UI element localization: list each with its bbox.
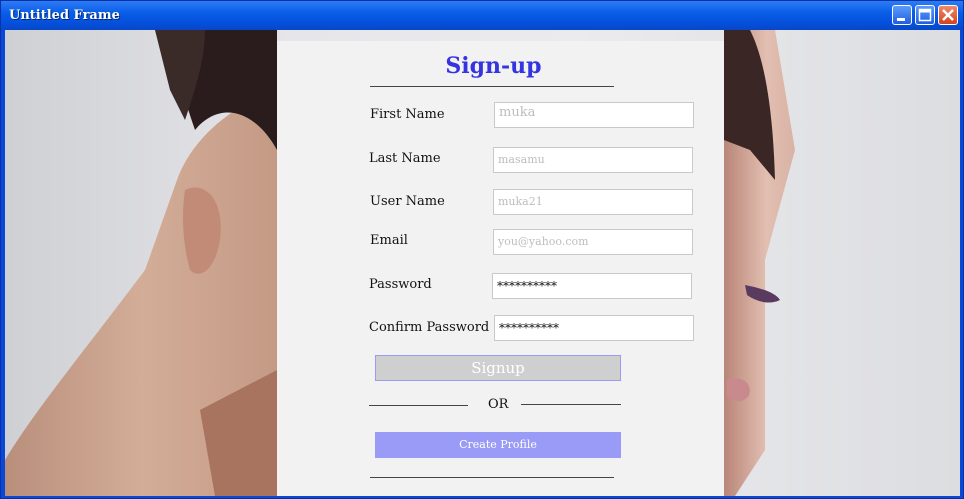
minimize-button[interactable] [892, 5, 912, 25]
title-bar[interactable]: Untitled Frame [1, 1, 963, 30]
maximize-icon [918, 8, 932, 22]
password-field[interactable]: ********** [492, 273, 692, 299]
password-label: Password [369, 277, 432, 292]
or-divider-right [521, 404, 621, 405]
or-divider-left [369, 405, 468, 406]
first-name-label: First Name [370, 107, 445, 122]
close-button[interactable] [938, 5, 958, 25]
first-name-field[interactable]: muka [494, 102, 694, 128]
user-name-label: User Name [370, 194, 445, 209]
app-window: Untitled Frame Sign-up First Name muka L… [0, 0, 964, 499]
email-field[interactable]: you@yahoo.com [493, 229, 693, 255]
minimize-icon [897, 18, 905, 21]
close-icon [942, 9, 954, 21]
create-profile-button[interactable]: Create Profile [375, 432, 621, 458]
user-name-field[interactable]: muka21 [493, 189, 693, 215]
confirm-password-label: Confirm Password [369, 320, 490, 335]
confirm-password-field[interactable]: ********** [494, 315, 694, 341]
email-label: Email [370, 233, 408, 248]
last-name-label: Last Name [369, 151, 441, 166]
content-area: Sign-up First Name muka Last Name masamu… [5, 30, 960, 496]
last-name-field[interactable]: masamu [493, 147, 693, 173]
page-title: Sign-up [445, 53, 542, 79]
signup-button[interactable]: Signup [375, 355, 621, 381]
maximize-button[interactable] [915, 5, 935, 25]
signup-panel: Sign-up First Name muka Last Name masamu… [277, 41, 724, 496]
or-text: OR [488, 397, 509, 412]
bottom-divider [370, 477, 614, 478]
title-divider [370, 86, 614, 87]
window-title: Untitled Frame [9, 8, 120, 23]
